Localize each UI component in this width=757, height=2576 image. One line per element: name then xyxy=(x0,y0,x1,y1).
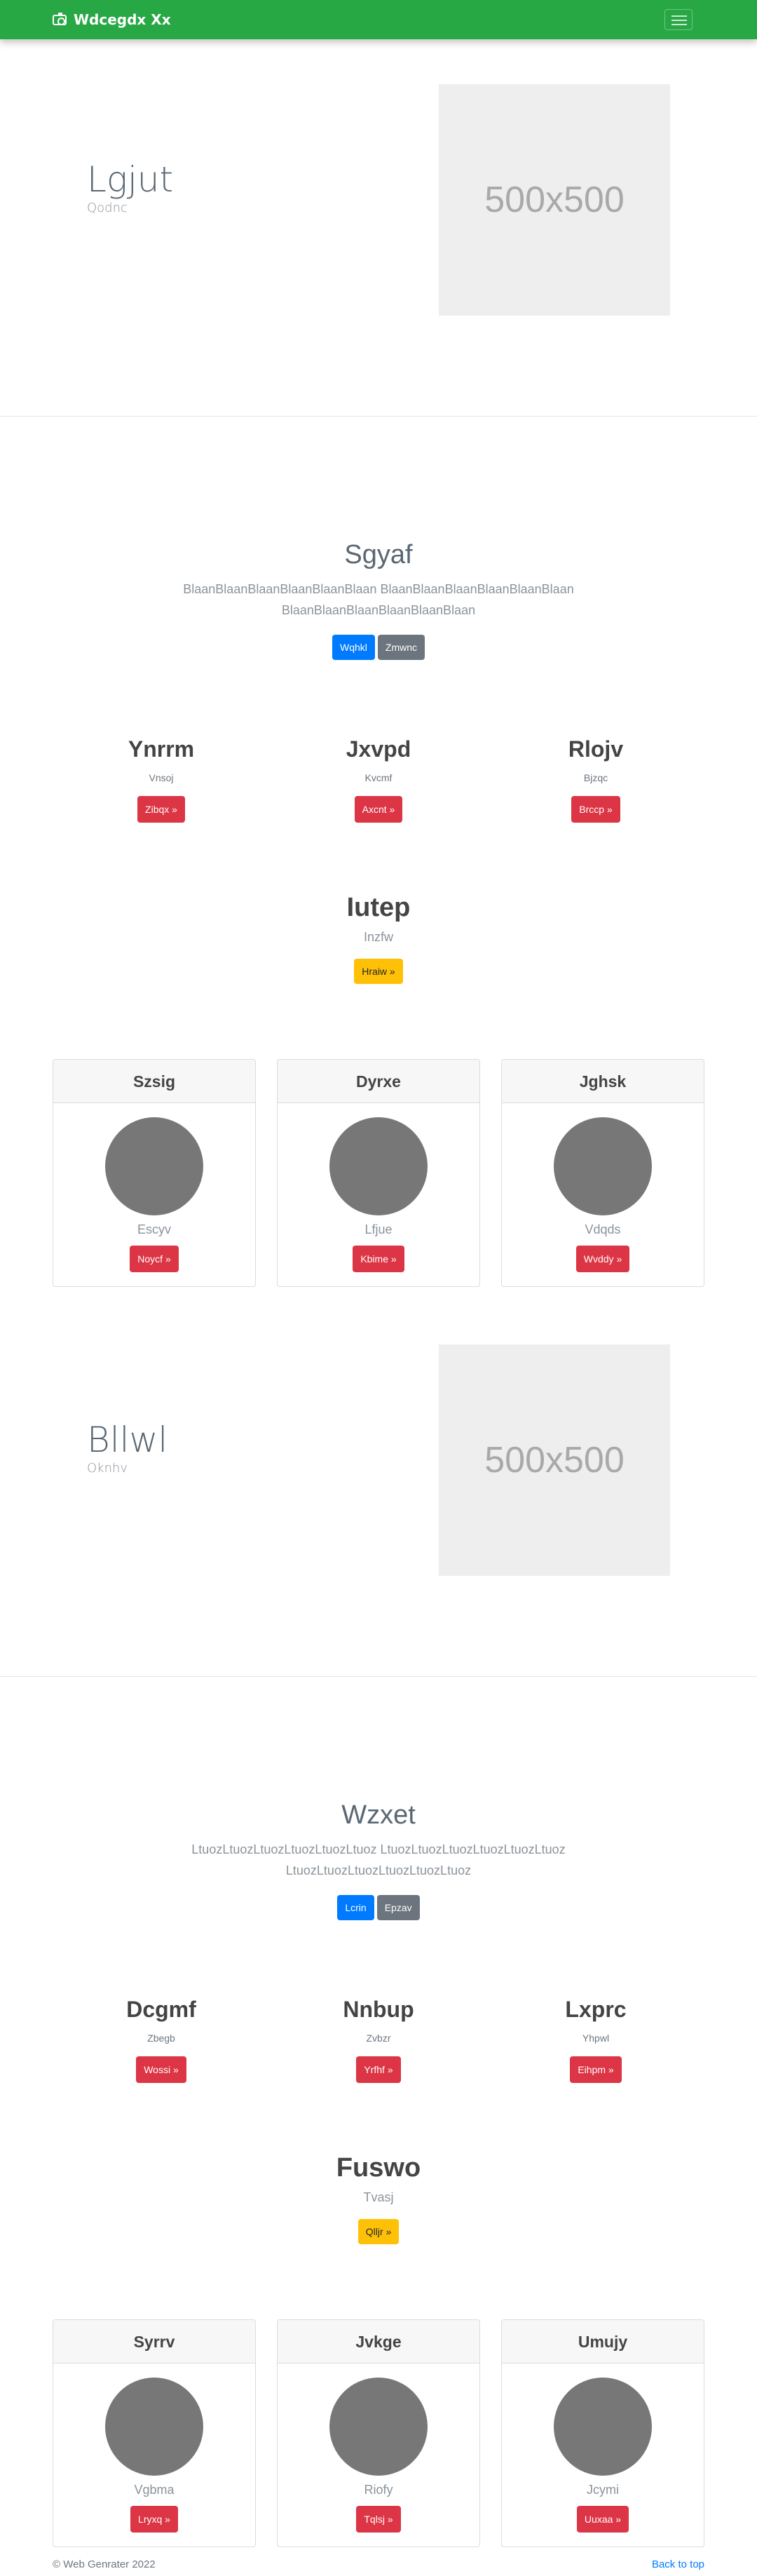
column-text: Vnsoj xyxy=(149,772,174,783)
card-header: Szsig xyxy=(53,1060,255,1103)
card-header: Jvkge xyxy=(278,2320,479,2363)
card-text: Jcymi xyxy=(587,2483,619,2497)
menu-icon-bar xyxy=(671,20,687,21)
camera-icon xyxy=(53,12,67,25)
card-button[interactable]: Kbime » xyxy=(353,1246,404,1272)
three-columns: Ynrrm Vnsoj Zibqx » Jxvpd Kvcmf Axcnt » … xyxy=(53,736,704,823)
card-header: Dyrxe xyxy=(278,1060,479,1103)
card: Umujy Jcymi Uuxaa » xyxy=(501,2319,704,2547)
callout-secondary-button[interactable]: Epzav xyxy=(376,1895,420,1920)
card-row: Szsig Escyv Noycf » Dyrxe Lfjue Kbime » … xyxy=(53,1059,704,1287)
section-divider xyxy=(0,1676,757,1677)
hero-subtitle: Qodnc xyxy=(87,201,128,215)
card: Syrrv Vgbma Lryxq » xyxy=(53,2319,256,2547)
hero-section: Bllwl Oknhv 500x500 xyxy=(0,1300,757,1676)
column-button[interactable]: Brccp » xyxy=(571,796,620,823)
hero-section: Lgjut Qodnc 500x500 xyxy=(0,39,757,416)
hero-image-placeholder: 500x500 xyxy=(439,1344,670,1576)
column-title: Jxvpd xyxy=(346,736,411,762)
card-text: Escyv xyxy=(137,1222,171,1236)
menu-icon-bar xyxy=(671,24,687,25)
feature-button[interactable]: Hraiw » xyxy=(354,959,403,984)
callout-title: Sgyaf xyxy=(344,540,413,569)
feature-button[interactable]: Qlljr » xyxy=(357,2219,400,2244)
card-row: Syrrv Vgbma Lryxq » Jvkge Riofy Tqlsj » … xyxy=(53,2319,704,2547)
card: Dyrxe Lfjue Kbime » xyxy=(277,1059,480,1287)
navbar: Wdcegdx Xx xyxy=(0,0,757,39)
column-item: Dcgmf Zbegb Wossi » xyxy=(53,1997,270,2083)
column-title: Dcgmf xyxy=(126,1997,196,2022)
card-text: Vgbma xyxy=(134,2483,175,2497)
card-button[interactable]: Uuxaa » xyxy=(576,2506,629,2533)
callout-section: Wzxet LtuozLtuozLtuozLtuozLtuozLtuoz Ltu… xyxy=(0,1800,757,1920)
column-text: Zbegb xyxy=(147,2032,175,2044)
hero-subtitle: Oknhv xyxy=(87,1461,128,1476)
column-button[interactable]: Axcnt » xyxy=(354,796,403,823)
column-title: Nnbup xyxy=(343,1997,414,2022)
card-button[interactable]: Wvddy » xyxy=(575,1246,630,1272)
card-button[interactable]: Tqlsj » xyxy=(356,2506,401,2533)
card-text: Riofy xyxy=(364,2483,393,2497)
column-title: Ynrrm xyxy=(128,736,195,762)
callout-primary-button[interactable]: Wqhkl xyxy=(332,635,375,660)
column-title: Lxprc xyxy=(565,1997,627,2022)
three-columns: Dcgmf Zbegb Wossi » Nnbup Zvbzr Yrfhf » … xyxy=(53,1997,704,2083)
column-title: Rlojv xyxy=(568,736,624,762)
feature-title: Iutep xyxy=(346,893,411,922)
callout-title: Wzxet xyxy=(341,1800,416,1830)
card-button[interactable]: Lryxq » xyxy=(130,2506,178,2533)
footer-copyright: © Web Genrater 2022 xyxy=(53,2558,156,2570)
hero-image-placeholder: 500x500 xyxy=(439,84,670,316)
column-item: Nnbup Zvbzr Yrfhf » xyxy=(270,1997,487,2083)
callout-text: BlaanBlaanBlaanBlaanBlaanBlaan BlaanBlaa… xyxy=(183,582,574,617)
callout-section: Sgyaf BlaanBlaanBlaanBlaanBlaanBlaan Bla… xyxy=(0,540,757,660)
column-button[interactable]: Wossi » xyxy=(136,2056,186,2083)
brand-link[interactable]: Wdcegdx Xx xyxy=(53,11,171,29)
card-header: Syrrv xyxy=(53,2320,255,2363)
avatar-image xyxy=(329,2378,428,2476)
column-button[interactable]: Zibqx » xyxy=(137,796,185,823)
callout-primary-button[interactable]: Lcrin xyxy=(337,1895,374,1920)
avatar-image xyxy=(329,1117,428,1215)
column-item: Rlojv Bjzqc Brccp » xyxy=(487,736,704,823)
brand-name: Wdcegdx Xx xyxy=(74,11,171,28)
menu-icon-bar xyxy=(671,15,687,17)
card-text: Lfjue xyxy=(364,1222,393,1236)
avatar-image xyxy=(105,2378,203,2476)
column-text: Zvbzr xyxy=(366,2032,391,2044)
callout-secondary-button[interactable]: Zmwnc xyxy=(377,635,425,660)
card-header: Jghsk xyxy=(502,1060,704,1103)
card: Jghsk Vdqds Wvddy » xyxy=(501,1059,704,1287)
navbar-toggler-button[interactable] xyxy=(664,9,693,30)
hero-title: Lgjut xyxy=(87,159,174,200)
hero-title: Bllwl xyxy=(87,1420,168,1460)
avatar-image xyxy=(105,1117,203,1215)
feature-text: Inzfw xyxy=(363,930,393,944)
hero-text: Bllwl Oknhv xyxy=(87,1421,168,1476)
feature-text: Tvasj xyxy=(363,2190,394,2204)
column-text: Yhpwl xyxy=(582,2032,610,2044)
card-header: Umujy xyxy=(502,2320,704,2363)
avatar-image xyxy=(554,1117,652,1215)
card: Jvkge Riofy Tqlsj » xyxy=(277,2319,480,2547)
feature-section: Fuswo Tvasj Qlljr » xyxy=(0,2153,757,2244)
column-button[interactable]: Yrfhf » xyxy=(356,2056,401,2083)
card: Szsig Escyv Noycf » xyxy=(53,1059,256,1287)
card-button[interactable]: Noycf » xyxy=(130,1246,179,1272)
footer: © Web Genrater 2022 Back to top xyxy=(53,2558,704,2574)
column-text: Bjzqc xyxy=(583,772,608,783)
feature-section: Iutep Inzfw Hraiw » xyxy=(0,893,757,984)
feature-title: Fuswo xyxy=(336,2153,421,2183)
column-item: Lxprc Yhpwl Eihpm » xyxy=(487,1997,704,2083)
column-button[interactable]: Eihpm » xyxy=(570,2056,622,2083)
avatar-image xyxy=(554,2378,652,2476)
hero-text: Lgjut Qodnc xyxy=(87,159,174,216)
section-divider xyxy=(0,416,757,417)
column-text: Kvcmf xyxy=(364,772,393,783)
back-to-top-link[interactable]: Back to top xyxy=(652,2558,704,2570)
column-item: Ynrrm Vnsoj Zibqx » xyxy=(53,736,270,823)
callout-text: LtuozLtuozLtuozLtuozLtuozLtuoz LtuozLtuo… xyxy=(191,1842,566,1877)
card-text: Vdqds xyxy=(585,1222,621,1236)
column-item: Jxvpd Kvcmf Axcnt » xyxy=(270,736,487,823)
